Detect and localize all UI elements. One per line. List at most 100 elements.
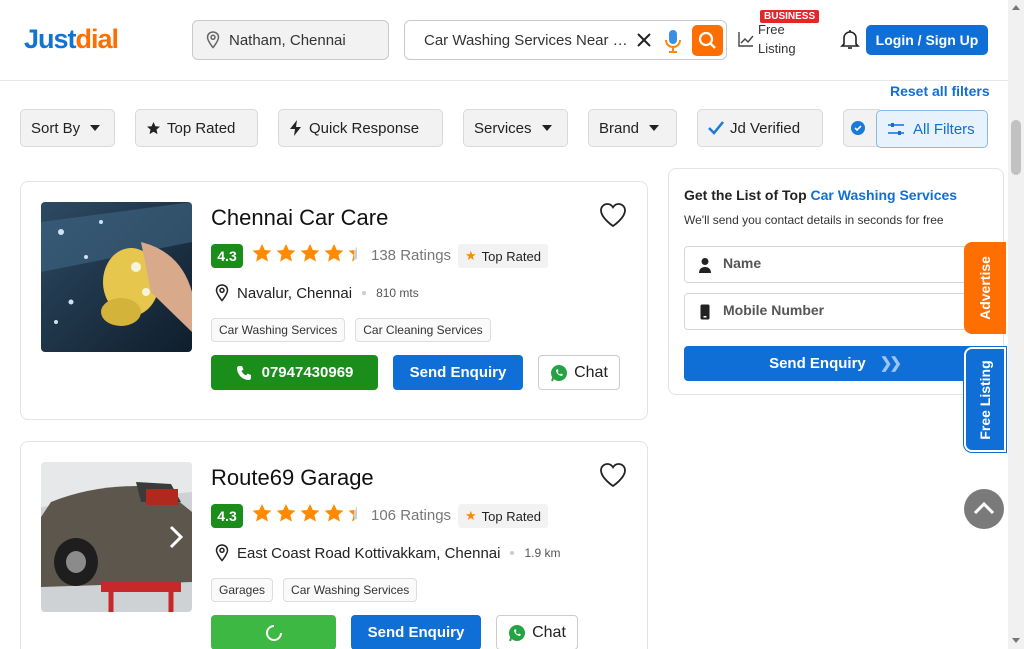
address-text: Navalur, Chennai	[237, 284, 353, 302]
chip-label: Jd Verified	[730, 119, 801, 137]
quick-response-filter[interactable]: Quick Response	[278, 109, 443, 147]
service-tag[interactable]: Car Cleaning Services	[355, 318, 491, 342]
ratings-count[interactable]: 138 Ratings	[371, 247, 451, 264]
star-icon	[276, 504, 296, 522]
service-tag[interactable]: Garages	[211, 578, 274, 602]
half-star-icon	[348, 506, 357, 522]
page-scrollbar[interactable]	[1008, 0, 1024, 649]
star-icon: ★	[465, 248, 477, 263]
mobile-input[interactable]	[723, 302, 953, 318]
service-tags: Car Washing Services Car Cleaning Servic…	[211, 318, 491, 342]
advertise-label: Advertise	[977, 256, 993, 320]
sliders-icon	[888, 123, 904, 135]
badge-label: Top Rated	[481, 248, 541, 264]
logo-just: Just	[24, 24, 77, 54]
ratings-count[interactable]: 106 Ratings	[371, 507, 451, 524]
scroll-to-top-button[interactable]	[964, 489, 1004, 529]
whatsapp-icon	[551, 364, 568, 381]
star-icon	[300, 504, 320, 522]
listing-photo[interactable]	[41, 202, 192, 352]
brand-filter[interactable]: Brand	[588, 109, 677, 147]
panel-heading: Get the List of Top Car Washing Services	[684, 187, 957, 203]
all-filters-button[interactable]: All Filters	[876, 110, 988, 148]
separator-dot	[510, 551, 515, 555]
name-input[interactable]	[723, 255, 953, 271]
jd-verified-filter[interactable]: Jd Verified	[697, 109, 823, 147]
chat-label: Chat	[574, 363, 608, 381]
service-tags: Garages Car Washing Services	[211, 578, 418, 602]
heading-highlight: Car Washing Services	[810, 187, 958, 203]
favorite-heart-icon[interactable]	[599, 202, 627, 228]
search-icon	[698, 31, 716, 49]
scrollbar-thumb[interactable]	[1011, 120, 1021, 175]
verified-badge-icon	[851, 121, 865, 135]
whatsapp-icon	[509, 624, 526, 641]
sort-by-filter[interactable]: Sort By	[20, 109, 115, 147]
name-field[interactable]	[684, 246, 984, 283]
favorite-heart-icon[interactable]	[599, 462, 627, 488]
login-signup-button[interactable]: Login / Sign Up	[866, 25, 988, 55]
chip-label: Quick Response	[309, 119, 420, 137]
free-listing-tab-label: Free Listing	[977, 359, 993, 440]
star-icon	[324, 504, 344, 522]
call-button-loading[interactable]	[211, 615, 336, 649]
checkmark-icon	[708, 121, 724, 135]
clear-icon[interactable]	[635, 31, 653, 49]
location-text: Natham, Chennai	[229, 32, 346, 49]
panel-send-enquiry-button[interactable]: Send Enquiry ❯❯	[684, 346, 984, 381]
address[interactable]: East Coast Road Kottivakkam, Chennai 1.9…	[215, 544, 560, 562]
service-tag[interactable]: Car Washing Services	[211, 318, 346, 342]
address[interactable]: Navalur, Chennai 810 mts	[215, 284, 419, 302]
listing-card[interactable]: Chennai Car Care 4.3 138 Ratings ★ Top Ra…	[20, 181, 648, 420]
chat-button[interactable]: Chat	[538, 355, 620, 390]
enquiry-panel: Get the List of Top Car Washing Services…	[668, 168, 1004, 395]
send-enquiry-button[interactable]: Send Enquiry	[351, 615, 481, 649]
top-rated-filter[interactable]: Top Rated	[135, 109, 258, 147]
loading-spinner-icon	[265, 624, 282, 641]
heading-prefix: Get the List of Top	[684, 187, 807, 203]
service-tag[interactable]: Car Washing Services	[283, 578, 418, 602]
scroll-up-arrow-icon[interactable]	[1012, 5, 1020, 10]
free-listing-link[interactable]: BUSINESS Free Listing	[738, 10, 820, 60]
search-input[interactable]: Car Washing Services Near Me	[404, 20, 727, 60]
distance: 810 mts	[376, 286, 419, 300]
lightning-icon	[290, 120, 301, 136]
call-button[interactable]: 07947430969	[211, 355, 378, 390]
caret-down-icon	[541, 125, 552, 131]
reset-filters-link[interactable]: Reset all filters	[890, 83, 990, 99]
advertise-tab[interactable]: Advertise	[964, 242, 1006, 334]
star-icon	[147, 121, 160, 134]
caret-down-icon	[90, 125, 101, 131]
star-icon	[276, 244, 296, 262]
services-filter[interactable]: Services	[463, 109, 568, 147]
free-listing-tab[interactable]: Free Listing	[964, 347, 1006, 452]
star-icon: ★	[465, 508, 477, 523]
microphone-icon[interactable]	[663, 28, 683, 54]
chip-label: Sort By	[31, 119, 81, 137]
chat-button[interactable]: Chat	[496, 615, 578, 649]
listing-card[interactable]: Route69 Garage 4.3 106 Ratings ★ Top Rate…	[20, 441, 648, 649]
search-button[interactable]	[692, 25, 723, 56]
star-icon	[324, 244, 344, 262]
star-rating	[252, 244, 357, 262]
mobile-field[interactable]	[684, 293, 984, 330]
chat-label: Chat	[532, 623, 566, 641]
location-pin-icon	[215, 544, 229, 562]
scroll-down-arrow-icon[interactable]	[1012, 638, 1020, 643]
star-rating	[252, 504, 357, 522]
location-input[interactable]: Natham, Chennai	[192, 20, 389, 60]
star-icon	[252, 244, 272, 262]
justdial-logo[interactable]: Justdial	[24, 24, 119, 55]
send-enquiry-button[interactable]: Send Enquiry	[393, 355, 523, 390]
panel-subtext: We'll send you contact details in second…	[684, 213, 944, 227]
free-listing-label-2: Listing	[758, 41, 796, 56]
notification-bell-icon[interactable]	[838, 27, 862, 51]
chip-label: Services	[474, 119, 532, 137]
listing-title[interactable]: Route69 Garage	[211, 465, 374, 491]
chevron-right-icon[interactable]	[166, 522, 186, 552]
top-rated-badge: ★ Top Rated	[458, 244, 548, 268]
double-chevron-icon: ❯❯	[879, 355, 902, 372]
car-wash-photo	[41, 202, 192, 352]
listing-title[interactable]: Chennai Car Care	[211, 205, 388, 231]
free-listing-label-1: Free	[758, 22, 785, 37]
